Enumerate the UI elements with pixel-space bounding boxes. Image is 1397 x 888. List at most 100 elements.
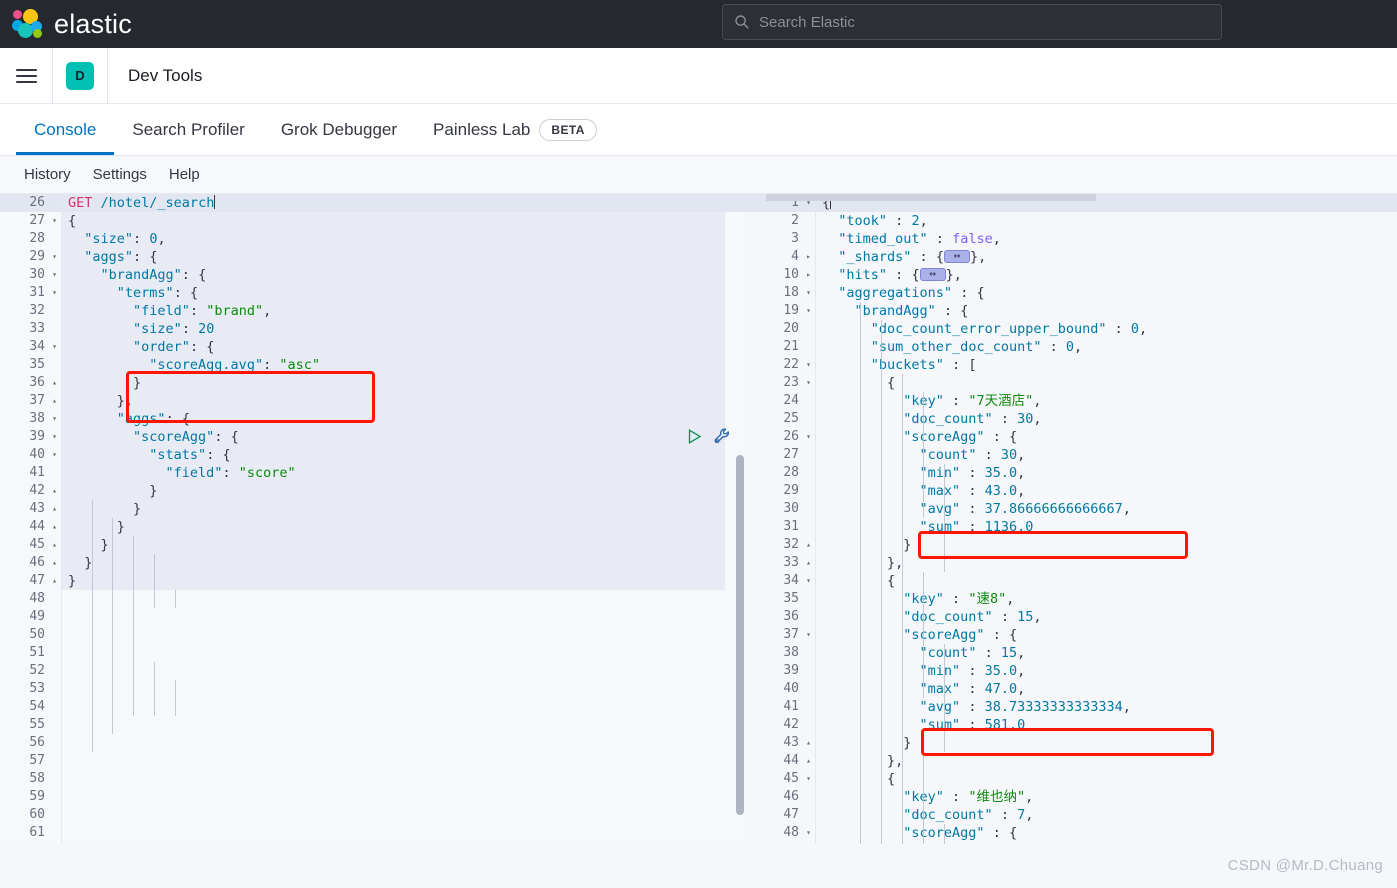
request-code-line[interactable] bbox=[62, 788, 748, 806]
request-gutter-line[interactable]: 58 bbox=[0, 770, 61, 788]
request-code-line[interactable]: } bbox=[62, 482, 748, 500]
response-code-line[interactable]: "scoreAgg" : { bbox=[816, 626, 1397, 644]
fold-toggle-icon[interactable]: ▾ bbox=[47, 410, 57, 428]
request-gutter-line[interactable]: 39 ▾ bbox=[0, 428, 61, 446]
response-code-line[interactable]: { bbox=[816, 374, 1397, 392]
request-code-line[interactable] bbox=[62, 644, 748, 662]
request-gutter-line[interactable]: 35 bbox=[0, 356, 61, 374]
response-gutter-line[interactable]: 38 bbox=[748, 644, 815, 662]
fold-toggle-icon[interactable]: ▾ bbox=[47, 212, 57, 230]
response-gutter-line[interactable]: 42 bbox=[748, 716, 815, 734]
request-code-line[interactable]: GET /hotel/_search bbox=[62, 194, 748, 212]
fold-toggle-icon[interactable]: ▾ bbox=[801, 356, 811, 374]
response-code-line[interactable]: "took" : 2, bbox=[816, 212, 1397, 230]
fold-toggle-icon[interactable]: ▴ bbox=[47, 392, 57, 410]
global-search-input[interactable]: Search Elastic bbox=[722, 4, 1222, 40]
response-gutter-line[interactable]: 21 bbox=[748, 338, 815, 356]
response-gutter-line[interactable]: 37 ▾ bbox=[748, 626, 815, 644]
response-code-line[interactable]: "doc_count" : 15, bbox=[816, 608, 1397, 626]
response-gutter-line[interactable]: 24 bbox=[748, 392, 815, 410]
response-code-line[interactable]: "scoreAgg" : { bbox=[816, 428, 1397, 446]
wrench-icon[interactable] bbox=[713, 427, 732, 446]
response-gutter-line[interactable]: 36 bbox=[748, 608, 815, 626]
response-code-line[interactable]: }, bbox=[816, 752, 1397, 770]
request-gutter-line[interactable]: 31 ▾ bbox=[0, 284, 61, 302]
request-code-line[interactable]: } bbox=[62, 572, 748, 590]
request-gutter-line[interactable]: 54 bbox=[0, 698, 61, 716]
request-gutter-line[interactable]: 27 ▾ bbox=[0, 212, 61, 230]
response-code-line[interactable]: "min" : 35.0, bbox=[816, 464, 1397, 482]
fold-toggle-icon[interactable]: ▾ bbox=[47, 446, 57, 464]
fold-toggle-icon[interactable]: ▾ bbox=[47, 284, 57, 302]
request-code-line[interactable] bbox=[62, 698, 748, 716]
response-code-line[interactable]: { bbox=[816, 770, 1397, 788]
response-code-line[interactable]: "_shards" : {}, bbox=[816, 248, 1397, 266]
response-gutter-line[interactable]: 18 ▾ bbox=[748, 284, 815, 302]
fold-toggle-icon[interactable]: ▴ bbox=[801, 554, 811, 572]
response-gutter-line[interactable]: 45 ▾ bbox=[748, 770, 815, 788]
fold-toggle-icon[interactable]: ▸ bbox=[801, 266, 811, 284]
fold-toggle-icon[interactable]: ▾ bbox=[801, 824, 811, 842]
request-code-line[interactable]: } bbox=[62, 536, 748, 554]
fold-toggle-icon[interactable]: ▴ bbox=[801, 536, 811, 554]
request-code-line[interactable]: } bbox=[62, 500, 748, 518]
request-gutter-line[interactable]: 32 bbox=[0, 302, 61, 320]
response-gutter-line[interactable]: 32 ▴ bbox=[748, 536, 815, 554]
response-gutter-line[interactable]: 39 bbox=[748, 662, 815, 680]
request-gutter-line[interactable]: 29 ▾ bbox=[0, 248, 61, 266]
request-gutter-line[interactable]: 56 bbox=[0, 734, 61, 752]
response-gutter-line[interactable]: 30 bbox=[748, 500, 815, 518]
request-actions[interactable] bbox=[686, 425, 748, 447]
response-code-line[interactable]: "hits" : {}, bbox=[816, 266, 1397, 284]
response-code-line[interactable]: "max" : 47.0, bbox=[816, 680, 1397, 698]
response-gutter-line[interactable]: 25 bbox=[748, 410, 815, 428]
response-gutter-line[interactable]: 46 bbox=[748, 788, 815, 806]
response-code-line[interactable]: "avg" : 37.86666666666667, bbox=[816, 500, 1397, 518]
request-code-line[interactable] bbox=[62, 824, 748, 842]
request-gutter-line[interactable]: 38 ▾ bbox=[0, 410, 61, 428]
response-gutter-line[interactable]: 10 ▸ bbox=[748, 266, 815, 284]
console-menu-settings[interactable]: Settings bbox=[85, 163, 155, 186]
response-code-line[interactable]: "min" : 35.0, bbox=[816, 662, 1397, 680]
response-gutter-line[interactable]: 35 bbox=[748, 590, 815, 608]
request-gutter-line[interactable]: 52 bbox=[0, 662, 61, 680]
request-code-line[interactable]: }, bbox=[62, 392, 748, 410]
request-gutter-line[interactable]: 40 ▾ bbox=[0, 446, 61, 464]
response-code[interactable]: { "took" : 2, "timed_out" : false, "_sha… bbox=[816, 194, 1397, 844]
tab-console[interactable]: Console bbox=[16, 104, 115, 155]
tab-painless-lab[interactable]: Painless Lab BETA bbox=[415, 104, 615, 155]
response-code-line[interactable]: }, bbox=[816, 554, 1397, 572]
request-gutter-line[interactable]: 46 ▴ bbox=[0, 554, 61, 572]
request-code-line[interactable]: "order": { bbox=[62, 338, 748, 356]
response-code-line[interactable]: "timed_out" : false, bbox=[816, 230, 1397, 248]
fold-toggle-icon[interactable]: ▾ bbox=[801, 428, 811, 446]
fold-toggle-icon[interactable]: ▾ bbox=[801, 302, 811, 320]
console-menu-history[interactable]: History bbox=[16, 163, 79, 186]
fold-toggle-icon[interactable]: ▾ bbox=[801, 284, 811, 302]
request-gutter-line[interactable]: 55 bbox=[0, 716, 61, 734]
tab-grok-debugger[interactable]: Grok Debugger bbox=[263, 104, 415, 155]
fold-toggle-icon[interactable]: ▴ bbox=[47, 554, 57, 572]
response-code-line[interactable]: "sum" : 581.0 bbox=[816, 716, 1397, 734]
request-gutter-line[interactable]: 41 bbox=[0, 464, 61, 482]
request-code-line[interactable]: "field": "brand", bbox=[62, 302, 748, 320]
fold-toggle-icon[interactable]: ▸ bbox=[801, 248, 811, 266]
response-code-line[interactable]: } bbox=[816, 536, 1397, 554]
response-gutter-line[interactable]: 2 bbox=[748, 212, 815, 230]
fold-toggle-icon[interactable]: ▾ bbox=[801, 374, 811, 392]
response-code-line[interactable]: "aggregations" : { bbox=[816, 284, 1397, 302]
response-code-line[interactable]: "doc_count" : 30, bbox=[816, 410, 1397, 428]
response-code-line[interactable]: "buckets" : [ bbox=[816, 356, 1397, 374]
response-gutter-line[interactable]: 20 bbox=[748, 320, 815, 338]
request-code-line[interactable] bbox=[62, 680, 748, 698]
response-code-line[interactable]: "avg" : 38.73333333333334, bbox=[816, 698, 1397, 716]
request-gutter-line[interactable]: 60 bbox=[0, 806, 61, 824]
response-gutter-line[interactable]: 44 ▴ bbox=[748, 752, 815, 770]
response-gutter-line[interactable]: 31 bbox=[748, 518, 815, 536]
request-gutter-line[interactable]: 44 ▴ bbox=[0, 518, 61, 536]
request-line-gutter[interactable]: 26 27 ▾ 28 29 ▾ 30 ▾ 31 ▾ 32 33 34 ▾ 35 36 ▴ 37 ▴ 38 ▾ 39 ▾ 40 ▾… bbox=[0, 194, 62, 844]
request-gutter-line[interactable]: 36 ▴ bbox=[0, 374, 61, 392]
request-gutter-line[interactable]: 34 ▾ bbox=[0, 338, 61, 356]
request-code-line[interactable] bbox=[62, 626, 748, 644]
fold-toggle-icon[interactable]: ▴ bbox=[47, 500, 57, 518]
